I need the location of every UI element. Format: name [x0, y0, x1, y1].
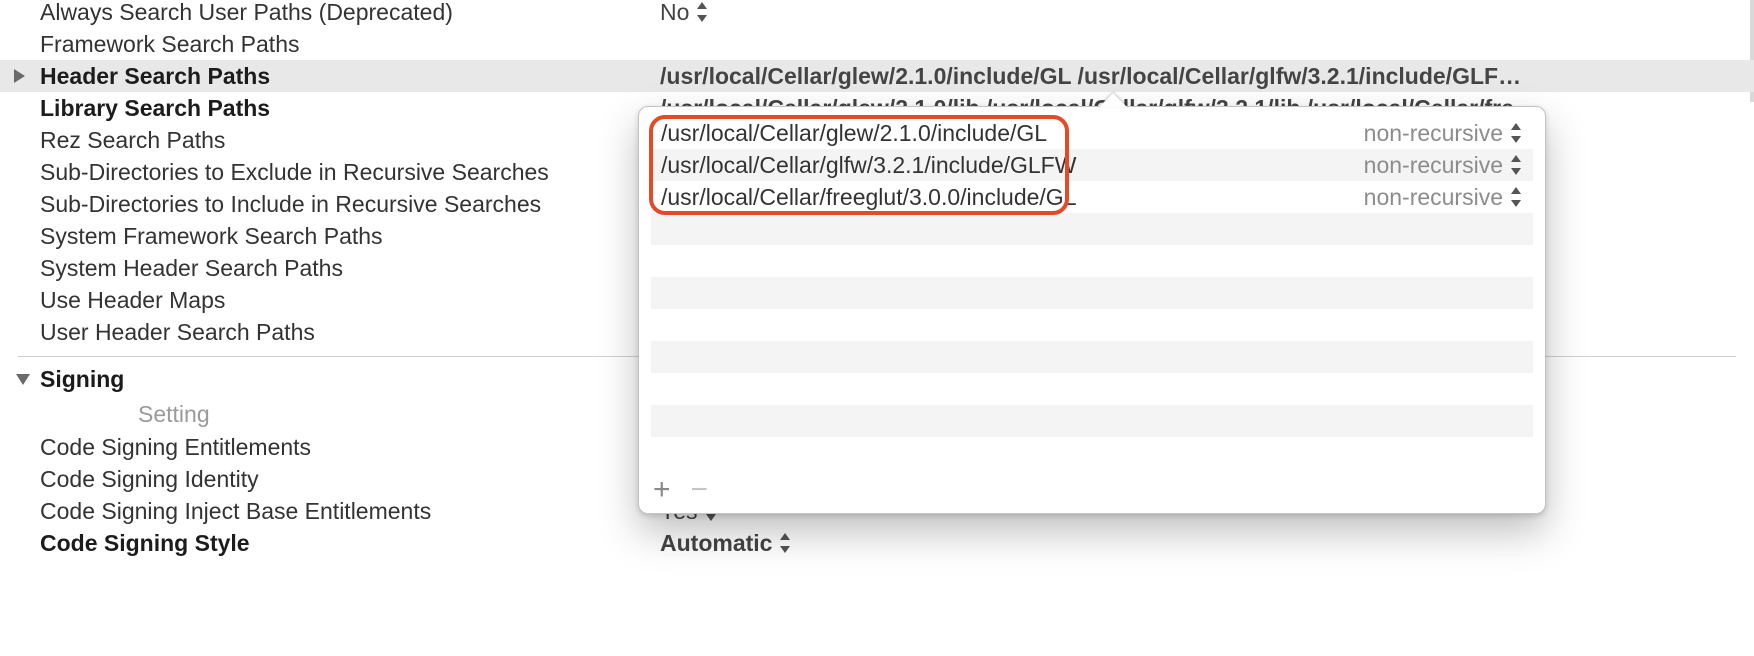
setting-row-always-search-user-paths[interactable]: Always Search User Paths (Deprecated) No [0, 0, 1754, 28]
path-row-empty[interactable] [651, 437, 1533, 469]
disclosure-triangle-down-icon[interactable] [16, 374, 30, 385]
setting-label: System Header Search Paths [40, 252, 660, 284]
path-row-empty[interactable] [651, 405, 1533, 437]
column-header-setting: Setting [138, 398, 210, 430]
path-row-empty[interactable] [651, 309, 1533, 341]
stepper-icon[interactable] [1509, 123, 1523, 143]
setting-label: System Framework Search Paths [40, 220, 660, 252]
add-path-button[interactable]: + [653, 475, 671, 505]
setting-label: Framework Search Paths [40, 28, 660, 60]
setting-label: Code Signing Identity [40, 463, 660, 495]
path-row[interactable]: /usr/local/Cellar/glew/2.1.0/include/GL … [651, 117, 1533, 149]
remove-path-button[interactable]: − [691, 475, 709, 505]
setting-row-framework-search-paths[interactable]: Framework Search Paths [0, 28, 1754, 60]
path-row-empty[interactable] [651, 245, 1533, 277]
path-row-empty[interactable] [651, 373, 1533, 405]
stepper-icon[interactable] [1509, 187, 1523, 207]
setting-label: Sub-Directories to Exclude in Recursive … [40, 156, 660, 188]
path-row-empty[interactable] [651, 341, 1533, 373]
path-row[interactable]: /usr/local/Cellar/glfw/3.2.1/include/GLF… [651, 149, 1533, 181]
paths-popover: /usr/local/Cellar/glew/2.1.0/include/GL … [638, 106, 1546, 514]
setting-value[interactable]: No [660, 0, 1754, 28]
setting-label: Always Search User Paths (Deprecated) [40, 0, 660, 28]
setting-row-code-signing-style[interactable]: Code Signing Style Automatic [0, 527, 1754, 559]
setting-row-header-search-paths[interactable]: Header Search Paths /usr/local/Cellar/gl… [0, 60, 1754, 92]
build-settings-panel: Always Search User Paths (Deprecated) No… [0, 0, 1754, 652]
setting-label: Rez Search Paths [40, 124, 660, 156]
setting-label: Use Header Maps [40, 284, 660, 316]
setting-label: Code Signing Inject Base Entitlements [40, 495, 660, 527]
path-row-empty[interactable] [651, 213, 1533, 245]
stepper-icon[interactable] [695, 2, 709, 22]
setting-label: User Header Search Paths [40, 316, 660, 348]
disclosure-triangle-icon[interactable] [14, 69, 25, 83]
setting-value[interactable]: /usr/local/Cellar/glew/2.1.0/include/GL … [660, 60, 1754, 92]
path-text: /usr/local/Cellar/glfw/3.2.1/include/GLF… [661, 152, 1364, 179]
path-row[interactable]: /usr/local/Cellar/freeglut/3.0.0/include… [651, 181, 1533, 213]
popover-footer: + − [653, 475, 708, 505]
setting-label: Library Search Paths [40, 92, 660, 124]
setting-label: Sub-Directories to Include in Recursive … [40, 188, 660, 220]
path-row-empty[interactable] [651, 277, 1533, 309]
path-text: /usr/local/Cellar/freeglut/3.0.0/include… [661, 184, 1364, 211]
path-text: /usr/local/Cellar/glew/2.1.0/include/GL [661, 120, 1364, 147]
setting-label: Code Signing Entitlements [40, 431, 660, 463]
stepper-icon[interactable] [778, 533, 792, 553]
setting-label: Header Search Paths [40, 60, 660, 92]
setting-label: Code Signing Style [40, 527, 660, 559]
setting-value[interactable]: Automatic [660, 527, 1754, 559]
recursive-label: non-recursive [1364, 184, 1503, 211]
stepper-icon[interactable] [1509, 155, 1523, 175]
recursive-label: non-recursive [1364, 120, 1503, 147]
section-title: Signing [40, 363, 124, 395]
paths-list[interactable]: /usr/local/Cellar/glew/2.1.0/include/GL … [651, 117, 1533, 471]
recursive-label: non-recursive [1364, 152, 1503, 179]
